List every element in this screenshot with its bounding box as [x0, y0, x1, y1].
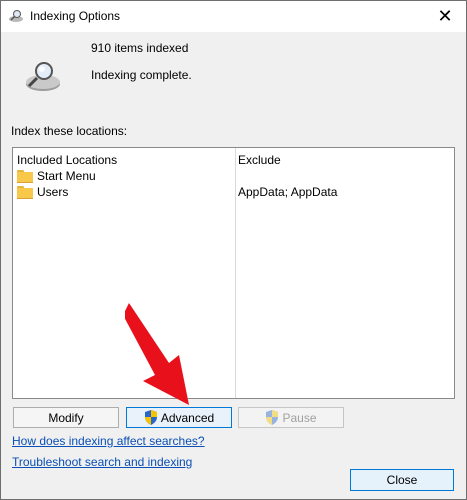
- modify-button[interactable]: Modify: [13, 407, 119, 428]
- close-icon[interactable]: ✕: [432, 5, 458, 27]
- location-exclude: AppData; AppData: [238, 185, 338, 199]
- location-row[interactable]: Start Menu: [17, 168, 96, 184]
- troubleshoot-link[interactable]: Troubleshoot search and indexing: [12, 455, 192, 469]
- pointer-arrow: [125, 303, 189, 405]
- location-name: Users: [37, 185, 69, 199]
- uac-shield-icon: [144, 410, 157, 425]
- header-included-locations[interactable]: Included Locations: [17, 153, 117, 167]
- indexing-options-window: Indexing Options ✕ 910 items indexed Ind…: [0, 0, 467, 500]
- locations-list[interactable]: Included Locations Exclude Start Menu Us…: [12, 147, 455, 399]
- window-title: Indexing Options: [30, 9, 121, 23]
- locations-label: Index these locations:: [11, 124, 128, 138]
- pause-label: Pause: [282, 410, 317, 425]
- modify-label: Modify: [48, 410, 84, 425]
- indexing-status: Indexing complete.: [91, 68, 192, 82]
- close-button[interactable]: Close: [350, 469, 454, 491]
- folder-icon: [17, 170, 33, 183]
- column-separator: [235, 148, 236, 398]
- how-indexing-affects-link[interactable]: How does indexing affect searches?: [12, 434, 205, 448]
- advanced-label: Advanced: [160, 410, 215, 425]
- indexing-status-icon: [26, 62, 60, 91]
- location-name: Start Menu: [37, 169, 96, 183]
- close-label: Close: [386, 473, 418, 487]
- location-row[interactable]: Users: [17, 184, 68, 200]
- title-bar: Indexing Options ✕: [1, 1, 466, 32]
- header-exclude[interactable]: Exclude: [238, 153, 281, 167]
- indexed-count: 910 items indexed: [91, 41, 189, 55]
- pause-button[interactable]: Pause: [238, 407, 344, 428]
- folder-icon: [17, 186, 33, 199]
- indexing-options-icon: [9, 10, 23, 22]
- uac-shield-icon: [266, 410, 279, 425]
